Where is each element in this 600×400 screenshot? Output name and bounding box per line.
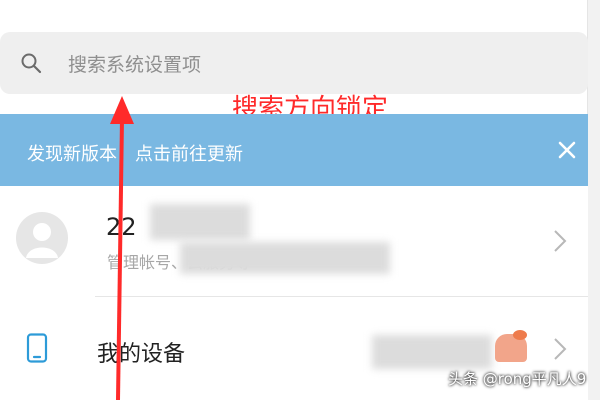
top-title-area (0, 0, 588, 32)
search-bar[interactable]: 搜索系统设置项 (0, 32, 588, 94)
redaction-blur (372, 335, 492, 369)
right-edge-strip (587, 0, 600, 400)
account-row[interactable]: 22 管理帐号、云服务等 (0, 186, 588, 296)
chevron-right-icon (554, 338, 567, 360)
search-input[interactable]: 搜索系统设置项 (68, 50, 201, 77)
watermark: 头条 @rong平凡人9 (448, 370, 587, 388)
account-name: 22 (106, 213, 137, 241)
redaction-blur (150, 204, 250, 240)
user-avatar-icon (16, 212, 68, 264)
device-badge (495, 330, 527, 362)
my-devices-label: 我的设备 (97, 342, 186, 367)
close-icon[interactable] (557, 140, 577, 160)
update-banner[interactable]: 发现新版本，点击前往更新 (0, 114, 588, 186)
search-icon (21, 53, 42, 74)
redaction-blur (180, 242, 390, 274)
phone-icon (26, 333, 48, 363)
banner-text[interactable]: 发现新版本，点击前往更新 (27, 140, 243, 166)
chevron-right-icon (554, 230, 567, 252)
